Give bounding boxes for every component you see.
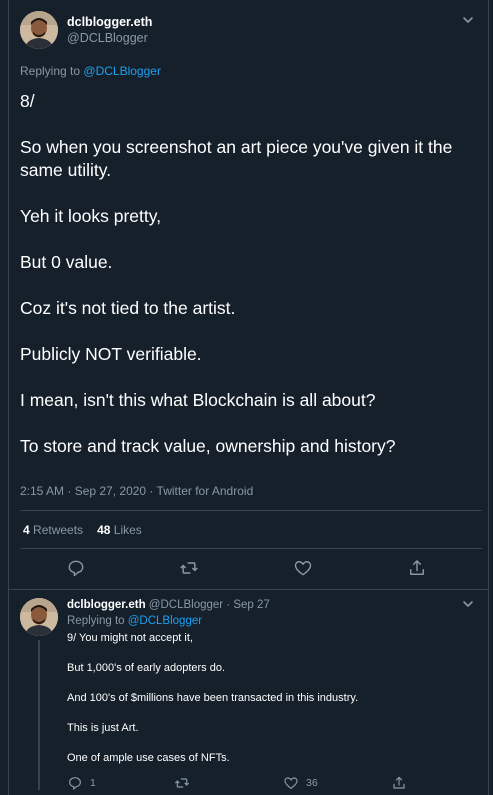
action-bar (9, 558, 489, 580)
like-icon[interactable] (293, 558, 313, 578)
tweet-date[interactable]: · Sep 27 (226, 599, 269, 611)
replying-to: Replying to @DCLBlogger (67, 615, 202, 627)
tweet-paragraph: Yeh it looks pretty, (20, 206, 162, 226)
reply-icon[interactable] (67, 775, 83, 791)
retweet-icon[interactable] (174, 775, 190, 791)
user-handle[interactable]: @DCLBlogger (67, 31, 148, 45)
replying-prefix: Replying to (67, 615, 125, 627)
tweet-stats: 4 Retweets 48 Likes (23, 523, 142, 537)
tweet-paragraph: And 100's of $millions have been transac… (67, 692, 359, 704)
replying-to-link[interactable]: @DCLBlogger (83, 64, 161, 78)
tweet-paragraph: But 1,000's of early adopters do. (67, 662, 226, 674)
chevron-down-icon[interactable] (461, 13, 475, 27)
share-icon[interactable] (407, 558, 427, 578)
tweet-paragraph: 9/ You might not accept it, (67, 632, 193, 644)
user-handle[interactable]: @DCLBlogger (149, 599, 223, 611)
tweet-timestamp[interactable]: 2:15 AM · Sep 27, 2020 · Twitter for And… (20, 484, 253, 498)
thread-connector-line (38, 640, 40, 790)
like-count: 36 (306, 777, 318, 789)
chevron-down-icon[interactable] (461, 597, 475, 611)
avatar[interactable] (20, 11, 58, 49)
retweet-icon[interactable] (179, 558, 199, 578)
display-name[interactable]: dclblogger.eth (67, 15, 152, 29)
replying-prefix: Replying to (20, 64, 81, 78)
tweet-paragraph: 8/ (20, 91, 35, 111)
tweet-paragraph: But 0 value. (20, 252, 113, 272)
like-icon[interactable] (283, 775, 299, 791)
divider (20, 548, 482, 549)
share-icon[interactable] (391, 775, 407, 791)
likes-count: 48 (97, 523, 111, 537)
tweet-paragraph: To store and track value, ownership and … (20, 436, 396, 456)
avatar[interactable] (20, 598, 58, 636)
reply-tweet[interactable]: dclblogger.eth @DCLBlogger · Sep 27 Repl… (9, 590, 489, 795)
tweet-paragraph: Publicly NOT verifiable. (20, 344, 202, 364)
replying-to-link[interactable]: @DCLBlogger (128, 615, 202, 627)
tweet-paragraph: This is just Art. (67, 722, 139, 734)
tweet-paragraph: Coz it's not tied to the artist. (20, 298, 236, 318)
reply-icon[interactable] (66, 558, 86, 578)
replying-to: Replying to @DCLBlogger (20, 64, 161, 78)
divider (20, 510, 482, 511)
retweets-count: 4 (23, 523, 30, 537)
likes-stat[interactable]: 48 Likes (97, 523, 142, 537)
tweet-paragraph: I mean, isn't this what Blockchain is al… (20, 390, 376, 410)
tweet-paragraph: So when you screenshot an art piece you'… (20, 137, 453, 180)
tweet-body: 9/ You might not accept it, But 1,000's … (67, 631, 477, 781)
retweets-stat[interactable]: 4 Retweets (23, 523, 83, 537)
reply-header: dclblogger.eth @DCLBlogger · Sep 27 (67, 599, 270, 611)
likes-label: Likes (113, 523, 142, 537)
reply-count: 1 (90, 777, 96, 789)
display-name[interactable]: dclblogger.eth (67, 599, 146, 611)
retweets-label: Retweets (33, 523, 84, 537)
tweet-paragraph: One of ample use cases of NFTs. (67, 752, 230, 764)
tweet-body: 8/ So when you screenshot an art piece y… (20, 90, 480, 481)
